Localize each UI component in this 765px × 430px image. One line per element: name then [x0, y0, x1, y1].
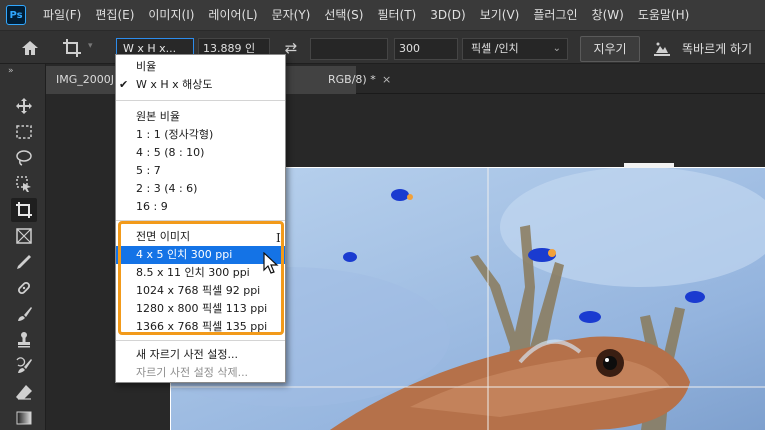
- close-icon[interactable]: ×: [382, 66, 391, 94]
- lasso-tool-icon[interactable]: [11, 146, 37, 170]
- menu-select[interactable]: 선택(S): [317, 0, 370, 30]
- clone-stamp-tool-icon[interactable]: [11, 328, 37, 352]
- history-brush-tool-icon[interactable]: [11, 354, 37, 378]
- preset-5-7-label: 5 : 7: [136, 164, 161, 177]
- checkmark-icon: ✔: [119, 78, 129, 91]
- preset-4x5-inch-300ppi[interactable]: 4 x 5 인치 300 ppi: [116, 246, 285, 264]
- menu-3d[interactable]: 3D(D): [423, 0, 472, 30]
- preset-front-image[interactable]: 전면 이미지: [116, 228, 285, 246]
- preset-wxh-resolution[interactable]: ✔ W x H x 해상도: [116, 76, 285, 94]
- mouse-pointer-icon: [263, 252, 279, 274]
- menu-items: 파일(F) 편집(E) 이미지(I) 레이어(L) 문자(Y) 선택(S) 필터…: [36, 0, 696, 30]
- object-selection-tool-icon[interactable]: [11, 172, 37, 196]
- preset-4-5-label: 4 : 5 (8 : 10): [136, 146, 205, 159]
- preset-8.5x11-inch-300ppi[interactable]: 8.5 x 11 인치 300 ppi: [116, 264, 285, 282]
- preset-16-9-label: 16 : 9: [136, 200, 168, 213]
- height-field[interactable]: [310, 38, 388, 60]
- frame-tool-icon[interactable]: [11, 224, 37, 248]
- resolution-field[interactable]: 300: [394, 38, 458, 60]
- document-tab-filename: IMG_2000J: [56, 73, 114, 86]
- preset-1280x800-113ppi[interactable]: 1280 x 800 픽셀 113 ppi: [116, 300, 285, 318]
- preset-2-3[interactable]: 2 : 3 (4 : 6): [116, 180, 285, 198]
- move-tool-icon[interactable]: [11, 94, 37, 118]
- healing-brush-tool-icon[interactable]: [11, 276, 37, 300]
- preset-original-ratio-label: 원본 비율: [136, 110, 180, 123]
- menu-bar: Ps 파일(F) 편집(E) 이미지(I) 레이어(L) 문자(Y) 선택(S)…: [0, 0, 765, 30]
- preset-ratio-label: 비율: [136, 60, 157, 73]
- menu-divider: [116, 340, 285, 341]
- clear-button[interactable]: 지우기: [580, 36, 640, 62]
- document-tab-mode: RGB/8) *: [328, 73, 376, 86]
- straighten-label[interactable]: 똑바르게 하기: [682, 37, 752, 61]
- menu-help[interactable]: 도움말(H): [631, 0, 697, 30]
- preset-1366x768-135ppi-label: 1366 x 768 픽셀 135 ppi: [136, 320, 268, 333]
- brush-tool-icon[interactable]: [11, 302, 37, 326]
- preset-4x5-inch-300ppi-label: 4 x 5 인치 300 ppi: [136, 248, 233, 261]
- preset-wxh-resolution-label: W x H x 해상도: [136, 78, 213, 91]
- tool-preset-caret-icon[interactable]: ▾: [88, 41, 93, 51]
- preset-16-9[interactable]: 16 : 9: [116, 198, 285, 216]
- delete-crop-preset: 자르기 사전 설정 삭제...: [116, 364, 285, 382]
- crop-tool-icon[interactable]: [62, 38, 84, 58]
- resolution-unit-label: 픽셀 /인치: [471, 42, 519, 55]
- panel-collapse-icon[interactable]: »: [8, 66, 14, 76]
- preset-original-ratio[interactable]: 원본 비율: [116, 108, 285, 126]
- preset-1366x768-135ppi[interactable]: 1366 x 768 픽셀 135 ppi: [116, 318, 285, 336]
- menu-layer[interactable]: 레이어(L): [201, 0, 264, 30]
- straighten-icon[interactable]: [652, 40, 672, 58]
- delete-crop-preset-label: 자르기 사전 설정 삭제...: [136, 366, 249, 379]
- preset-4-5[interactable]: 4 : 5 (8 : 10): [116, 144, 285, 162]
- menu-type[interactable]: 문자(Y): [265, 0, 318, 30]
- crop-tool-button-icon[interactable]: [11, 198, 37, 222]
- text-cursor-icon: I: [276, 231, 281, 245]
- preset-1024x768-92ppi-label: 1024 x 768 픽셀 92 ppi: [136, 284, 261, 297]
- crop-handle-top[interactable]: [624, 163, 674, 168]
- preset-1-1-label: 1 : 1 (정사각형): [136, 128, 214, 141]
- photoshop-logo: Ps: [6, 5, 26, 25]
- preset-8.5x11-inch-300ppi-label: 8.5 x 11 인치 300 ppi: [136, 266, 250, 279]
- menu-window[interactable]: 창(W): [585, 0, 631, 30]
- crop-preset-dropdown: 비율 ✔ W x H x 해상도 원본 비율 1 : 1 (정사각형) 4 : …: [115, 54, 286, 383]
- marquee-tool-icon[interactable]: [11, 120, 37, 144]
- preset-ratio[interactable]: 비율: [116, 58, 285, 76]
- menu-divider: [116, 100, 285, 101]
- menu-plugins[interactable]: 플러그인: [526, 0, 584, 30]
- chevron-down-icon: ⌄: [552, 43, 561, 54]
- new-crop-preset-label: 새 자르기 사전 설정...: [136, 348, 238, 361]
- preset-1024x768-92ppi[interactable]: 1024 x 768 픽셀 92 ppi: [116, 282, 285, 300]
- gradient-tool-icon[interactable]: [11, 406, 37, 430]
- menu-filter[interactable]: 필터(T): [370, 0, 423, 30]
- eyedropper-tool-icon[interactable]: [11, 250, 37, 274]
- menu-image[interactable]: 이미지(I): [141, 0, 201, 30]
- menu-divider: [116, 220, 285, 221]
- preset-2-3-label: 2 : 3 (4 : 6): [136, 182, 198, 195]
- new-crop-preset[interactable]: 새 자르기 사전 설정...: [116, 346, 285, 364]
- preset-5-7[interactable]: 5 : 7: [116, 162, 285, 180]
- preset-1280x800-113ppi-label: 1280 x 800 픽셀 113 ppi: [136, 302, 268, 315]
- preset-1-1[interactable]: 1 : 1 (정사각형): [116, 126, 285, 144]
- menu-file[interactable]: 파일(F): [36, 0, 88, 30]
- eraser-tool-icon[interactable]: [11, 380, 37, 404]
- menu-view[interactable]: 보기(V): [473, 0, 527, 30]
- resolution-unit-select[interactable]: 픽셀 /인치 ⌄: [462, 38, 568, 60]
- preset-front-image-label: 전면 이미지: [136, 230, 191, 243]
- home-icon[interactable]: [20, 39, 40, 57]
- menu-edit[interactable]: 편집(E): [88, 0, 141, 30]
- tools-panel: »: [0, 64, 46, 430]
